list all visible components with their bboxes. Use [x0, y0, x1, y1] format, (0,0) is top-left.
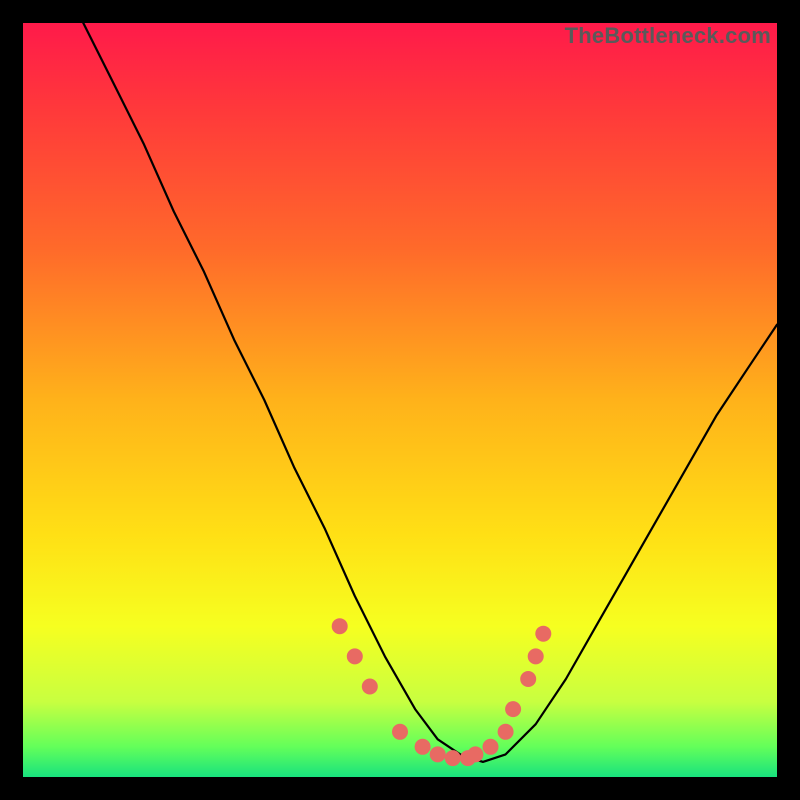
marker-dot	[505, 701, 521, 717]
marker-dot	[332, 618, 348, 634]
marker-dot	[415, 739, 431, 755]
curve-path	[83, 23, 777, 762]
marker-dot	[535, 626, 551, 642]
marker-dot	[430, 746, 446, 762]
marker-dot	[528, 648, 544, 664]
chart-svg	[23, 23, 777, 777]
marker-group	[332, 618, 552, 766]
chart-frame: TheBottleneck.com	[23, 23, 777, 777]
marker-dot	[362, 679, 378, 695]
marker-dot	[347, 648, 363, 664]
marker-dot	[483, 739, 499, 755]
marker-dot	[520, 671, 536, 687]
marker-dot	[498, 724, 514, 740]
marker-dot	[392, 724, 408, 740]
marker-dot	[467, 746, 483, 762]
marker-dot	[445, 750, 461, 766]
